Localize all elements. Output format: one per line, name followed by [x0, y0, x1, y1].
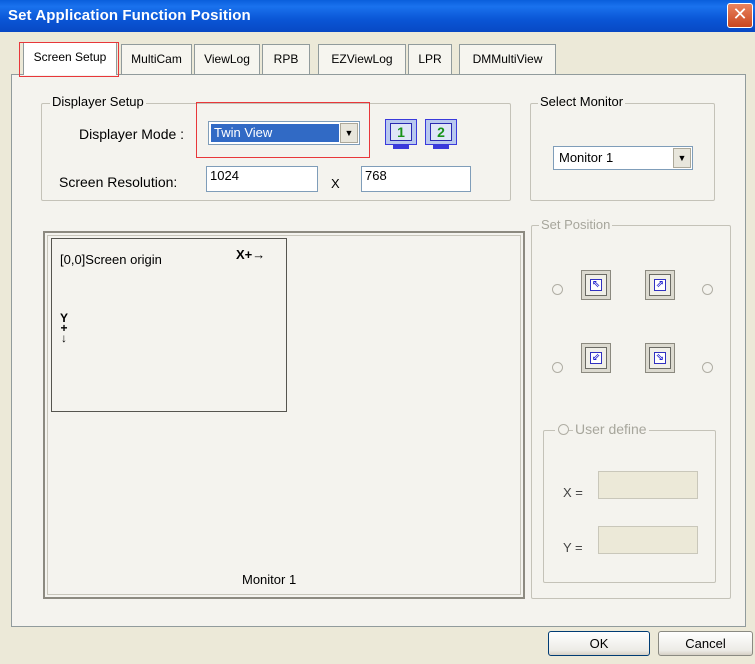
tab-ezviewlog[interactable]: EZViewLog [318, 44, 406, 74]
position-frame: ⇘ [649, 347, 671, 369]
arrow-glyph: ⇖ [590, 279, 602, 291]
arrow-glyph: ⇙ [590, 352, 602, 364]
tab-rpb[interactable]: RPB [262, 44, 310, 74]
tab-label: LPR [418, 52, 442, 66]
monitor-preview-label: Monitor 1 [242, 572, 297, 587]
tab-label: RPB [273, 52, 299, 66]
arrow-up-right-icon[interactable]: ⇗ [645, 270, 675, 300]
arrow-down-right-icon[interactable]: ⇘ [645, 343, 675, 373]
user-define-header: User define [555, 421, 649, 439]
position-frame: ⇖ [585, 274, 607, 296]
window-title: Set Application Function Position [8, 7, 251, 24]
y-axis-label: Y + ↓ [58, 312, 70, 344]
highlight-displayer-mode [196, 102, 370, 158]
tab-dmmultiview[interactable]: DMMultiView [459, 44, 556, 74]
tab-label: MultiCam [131, 52, 182, 66]
x-position-field[interactable] [598, 471, 698, 499]
close-button[interactable]: ✕ [727, 3, 753, 28]
position-radio-top-left[interactable] [552, 284, 563, 295]
monitor-1-icon[interactable]: 1 [385, 119, 417, 145]
position-frame: ⇙ [585, 347, 607, 369]
tab-label: ViewLog [204, 52, 250, 66]
resolution-height-field[interactable]: 768 [361, 166, 471, 192]
times-label: X [331, 176, 340, 191]
close-icon: ✕ [732, 4, 748, 25]
monitor-1-stand [393, 145, 409, 149]
screen-resolution-label: Screen Resolution: [59, 174, 178, 190]
screen-origin-label: [0,0]Screen origin [60, 252, 162, 267]
displayer-setup-label: Displayer Setup [50, 94, 146, 109]
tab-label: DMMultiView [472, 52, 543, 66]
monitor-select-value: Monitor 1 [559, 150, 614, 165]
resolution-width-field[interactable]: 1024 [206, 166, 318, 192]
select-monitor-label: Select Monitor [538, 94, 626, 109]
x-axis-label: X+→ [236, 247, 266, 262]
monitor-2-stand [433, 145, 449, 149]
chevron-down-icon[interactable]: ▼ [673, 148, 691, 168]
user-define-radio[interactable] [558, 424, 569, 435]
ok-button[interactable]: OK [548, 631, 650, 656]
arrow-up-left-icon[interactable]: ⇖ [581, 270, 611, 300]
arrow-down-left-icon[interactable]: ⇙ [581, 343, 611, 373]
monitor-select[interactable]: Monitor 1 ▼ [553, 146, 693, 170]
displayer-mode-label: Displayer Mode : [79, 126, 185, 142]
set-position-label: Set Position [539, 217, 613, 232]
arrow-glyph: ⇗ [654, 279, 666, 291]
monitor-2-digit: 2 [430, 123, 452, 141]
y-label: Y = [563, 540, 583, 555]
highlight-screen-setup-tab [19, 42, 119, 77]
arrow-glyph: ⇘ [654, 352, 666, 364]
y-position-field[interactable] [598, 526, 698, 554]
user-define-group [543, 430, 716, 583]
user-define-label: User define [573, 421, 649, 437]
position-frame: ⇗ [649, 274, 671, 296]
tab-viewlog[interactable]: ViewLog [194, 44, 260, 74]
monitor-1-digit: 1 [390, 123, 412, 141]
cancel-button[interactable]: Cancel [658, 631, 753, 656]
position-radio-top-right[interactable] [702, 284, 713, 295]
x-label: X = [563, 485, 583, 500]
position-radio-bottom-right[interactable] [702, 362, 713, 373]
position-radio-bottom-left[interactable] [552, 362, 563, 373]
monitor-2-icon[interactable]: 2 [425, 119, 457, 145]
tab-label: EZViewLog [331, 52, 393, 66]
tab-lpr[interactable]: LPR [408, 44, 452, 74]
tab-multicam[interactable]: MultiCam [121, 44, 192, 74]
title-bar: Set Application Function Position [0, 0, 755, 32]
